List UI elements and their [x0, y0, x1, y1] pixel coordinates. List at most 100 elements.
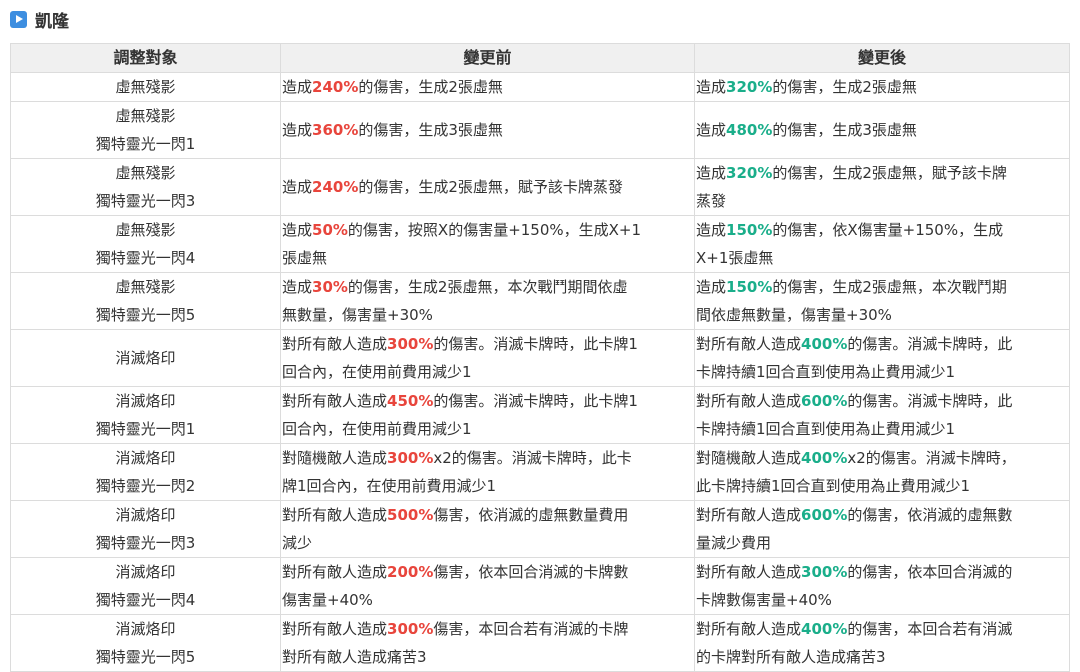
after-cell: 對所有敵人造成400%的傷害。消滅卡牌時，此 卡牌持續1回合直到使用為止費用減少… — [694, 329, 1070, 387]
before-cell: 對所有敵人造成300%傷害，本回合若有消滅的卡牌 對所有敵人造成痛苦3 — [280, 614, 695, 672]
table-row: 虛無殘影 獨特靈光一閃4 造成50%的傷害，按照X的傷害量+150%，生成X+1 … — [10, 215, 1070, 273]
before-text-post: 的傷害，生成2張虛無，賦予該卡牌蒸發 — [358, 178, 623, 196]
table-row: 消滅烙印 獨特靈光一閃1 對所有敵人造成450%的傷害。消滅卡牌時，此卡牌1 回合… — [10, 386, 1070, 444]
after-highlight-value: 400% — [801, 620, 848, 638]
before-text-post: 的傷害，生成2張虛無 — [358, 78, 503, 96]
target-cell: 虛無殘影 獨特靈光一閃5 — [10, 272, 281, 330]
after-text-pre: 造成 — [696, 78, 727, 96]
table-row: 消滅烙印 獨特靈光一閃5 對所有敵人造成300%傷害，本回合若有消滅的卡牌 對所有… — [10, 614, 1070, 672]
after-text-pre: 對所有敵人造成 — [696, 335, 802, 353]
before-cell: 造成30%的傷害，生成2張虛無，本次戰鬥期間依虛 無數量，傷害量+30% — [280, 272, 695, 330]
target-cell: 消滅烙印 獨特靈光一閃2 — [10, 443, 281, 501]
after-cell: 對所有敵人造成400%的傷害，本回合若有消滅 的卡牌對所有敵人造成痛苦3 — [694, 614, 1070, 672]
before-text-pre: 對所有敵人造成 — [282, 620, 388, 638]
before-text-pre: 造成 — [282, 221, 313, 239]
after-text-pre: 造成 — [696, 221, 727, 239]
after-cell: 造成150%的傷害，依X傷害量+150%，生成 X+1張虛無 — [694, 215, 1070, 273]
table-row: 消滅烙印 獨特靈光一閃2 對隨機敵人造成300%x2的傷害。消滅卡牌時，此卡 牌1… — [10, 443, 1070, 501]
target-cell: 消滅烙印 獨特靈光一閃1 — [10, 386, 281, 444]
after-cell: 造成150%的傷害，生成2張虛無，本次戰鬥期 間依虛無數量，傷害量+30% — [694, 272, 1070, 330]
before-highlight-value: 500% — [387, 506, 434, 524]
before-cell: 造成240%的傷害，生成2張虛無 — [280, 72, 695, 102]
after-text-pre: 對隨機敵人造成 — [696, 449, 802, 467]
play-icon — [10, 10, 27, 28]
before-highlight-value: 50% — [312, 221, 348, 239]
before-cell: 對隨機敵人造成300%x2的傷害。消滅卡牌時，此卡 牌1回合內，在使用前費用減少… — [280, 443, 695, 501]
table-row: 虛無殘影 獨特靈光一閃3 造成240%的傷害，生成2張虛無，賦予該卡牌蒸發 造成32… — [10, 158, 1070, 216]
after-cell: 對隨機敵人造成400%x2的傷害。消滅卡牌時， 此卡牌持續1回合直到使用為止費用… — [694, 443, 1070, 501]
after-highlight-value: 150% — [726, 221, 773, 239]
before-text-pre: 造成 — [282, 121, 313, 139]
before-highlight-value: 200% — [387, 563, 434, 581]
before-highlight-value: 300% — [387, 620, 434, 638]
before-cell: 造成50%的傷害，按照X的傷害量+150%，生成X+1 張虛無 — [280, 215, 695, 273]
after-cell: 造成320%的傷害，生成2張虛無，賦予該卡牌 蒸發 — [694, 158, 1070, 216]
balance-change-table: 調整對象 變更前 變更後 虛無殘影 造成240%的傷害，生成2張虛無 造成320%的… — [10, 43, 1070, 672]
target-cell: 消滅烙印 獨特靈光一閃5 — [10, 614, 281, 672]
target-cell: 虛無殘影 — [10, 72, 281, 102]
before-text-pre: 對所有敵人造成 — [282, 563, 388, 581]
before-text-pre: 對隨機敵人造成 — [282, 449, 388, 467]
before-highlight-value: 300% — [387, 335, 434, 353]
before-highlight-value: 450% — [387, 392, 434, 410]
after-cell: 造成320%的傷害，生成2張虛無 — [694, 72, 1070, 102]
after-highlight-value: 320% — [726, 164, 773, 182]
target-cell: 消滅烙印 — [10, 329, 281, 387]
after-cell: 對所有敵人造成300%的傷害，依本回合消滅的 卡牌數傷害量+40% — [694, 557, 1070, 615]
before-cell: 對所有敵人造成500%傷害，依消滅的虛無數量費用 減少 — [280, 500, 695, 558]
table-row: 消滅烙印 獨特靈光一閃4 對所有敵人造成200%傷害，依本回合消滅的卡牌數 傷害量… — [10, 557, 1070, 615]
after-highlight-value: 300% — [801, 563, 848, 581]
target-cell: 消滅烙印 獨特靈光一閃3 — [10, 500, 281, 558]
after-text-pre: 造成 — [696, 121, 727, 139]
after-highlight-value: 600% — [801, 392, 848, 410]
header-after: 變更後 — [694, 43, 1070, 73]
before-highlight-value: 240% — [312, 78, 359, 96]
after-highlight-value: 400% — [801, 449, 848, 467]
target-cell: 虛無殘影 獨特靈光一閃1 — [10, 101, 281, 159]
before-highlight-value: 240% — [312, 178, 359, 196]
after-text-pre: 造成 — [696, 278, 727, 296]
after-text-post: 的傷害，生成3張虛無 — [772, 121, 917, 139]
after-text-post: 的傷害，生成2張虛無 — [772, 78, 917, 96]
after-highlight-value: 150% — [726, 278, 773, 296]
before-text-post: 的傷害，生成3張虛無 — [358, 121, 503, 139]
header-before: 變更前 — [280, 43, 695, 73]
after-text-pre: 對所有敵人造成 — [696, 392, 802, 410]
target-cell: 虛無殘影 獨特靈光一閃4 — [10, 215, 281, 273]
after-text-pre: 對所有敵人造成 — [696, 506, 802, 524]
table-row: 虛無殘影 造成240%的傷害，生成2張虛無 造成320%的傷害，生成2張虛無 — [10, 72, 1070, 102]
before-highlight-value: 360% — [312, 121, 359, 139]
table-row: 消滅烙印 獨特靈光一閃3 對所有敵人造成500%傷害，依消滅的虛無數量費用 減少對… — [10, 500, 1070, 558]
before-text-pre: 對所有敵人造成 — [282, 506, 388, 524]
before-cell: 造成240%的傷害，生成2張虛無，賦予該卡牌蒸發 — [280, 158, 695, 216]
before-text-pre: 對所有敵人造成 — [282, 335, 388, 353]
after-text-pre: 造成 — [696, 164, 727, 182]
table-row: 虛無殘影 獨特靈光一閃1 造成360%的傷害，生成3張虛無 造成480%的傷害，生成… — [10, 101, 1070, 159]
before-cell: 造成360%的傷害，生成3張虛無 — [280, 101, 695, 159]
section-title: 凱隆 — [10, 6, 69, 32]
before-highlight-value: 30% — [312, 278, 348, 296]
after-cell: 對所有敵人造成600%的傷害，依消滅的虛無數 量減少費用 — [694, 500, 1070, 558]
after-cell: 造成480%的傷害，生成3張虛無 — [694, 101, 1070, 159]
before-text-pre: 造成 — [282, 178, 313, 196]
before-cell: 對所有敵人造成200%傷害，依本回合消滅的卡牌數 傷害量+40% — [280, 557, 695, 615]
before-text-pre: 造成 — [282, 278, 313, 296]
after-text-pre: 對所有敵人造成 — [696, 620, 802, 638]
before-cell: 對所有敵人造成300%的傷害。消滅卡牌時，此卡牌1 回合內，在使用前費用減少1 — [280, 329, 695, 387]
target-cell: 虛無殘影 獨特靈光一閃3 — [10, 158, 281, 216]
table-row: 虛無殘影 獨特靈光一閃5 造成30%的傷害，生成2張虛無，本次戰鬥期間依虛 無數量… — [10, 272, 1070, 330]
after-cell: 對所有敵人造成600%的傷害。消滅卡牌時，此 卡牌持續1回合直到使用為止費用減少… — [694, 386, 1070, 444]
after-highlight-value: 600% — [801, 506, 848, 524]
after-text-pre: 對所有敵人造成 — [696, 563, 802, 581]
table-row: 消滅烙印 對所有敵人造成300%的傷害。消滅卡牌時，此卡牌1 回合內，在使用前費用… — [10, 329, 1070, 387]
target-cell: 消滅烙印 獨特靈光一閃4 — [10, 557, 281, 615]
after-highlight-value: 320% — [726, 78, 773, 96]
table-header-row: 調整對象 變更前 變更後 — [10, 43, 1070, 73]
after-highlight-value: 400% — [801, 335, 848, 353]
section-title-text: 凱隆 — [35, 11, 69, 32]
after-highlight-value: 480% — [726, 121, 773, 139]
before-cell: 對所有敵人造成450%的傷害。消滅卡牌時，此卡牌1 回合內，在使用前費用減少1 — [280, 386, 695, 444]
before-highlight-value: 300% — [387, 449, 434, 467]
header-target: 調整對象 — [10, 43, 281, 73]
before-text-pre: 對所有敵人造成 — [282, 392, 388, 410]
